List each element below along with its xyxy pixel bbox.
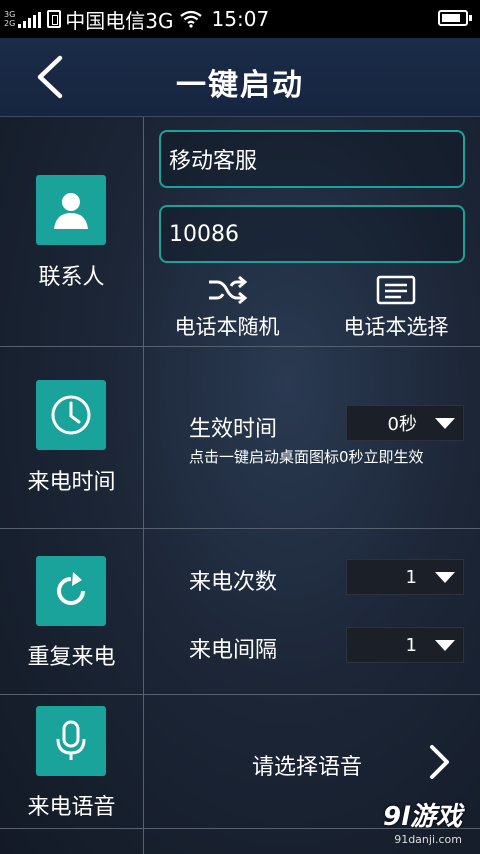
sim-icon [47,10,62,28]
select-voice-button[interactable]: 请选择语音 [252,749,362,781]
call-interval-value: 1 [405,634,417,656]
contact-label: 联系人 [38,265,105,290]
effective-time-dropdown[interactable]: 0秒 [346,405,464,441]
contact-name-input[interactable] [159,130,465,188]
bottom-divider [143,829,144,854]
microphone-icon [56,720,86,760]
page-title: 一键启动 [176,68,304,103]
effective-time-value: 0秒 [387,414,417,435]
call-time-tile [36,380,106,450]
watermark: 9l游戏 91danji.com [383,796,462,846]
clock-time: 15:07 [211,7,270,31]
clock-icon [51,395,91,435]
contact-section: 联系人 电话本随机 电话本选择 [0,117,480,347]
shuffle-icon [209,275,247,305]
network-type: 3G 2G [4,10,15,28]
person-icon [54,193,88,229]
watermark-url: 91danji.com [394,833,462,846]
repeat-call-tile [36,556,106,626]
call-interval-label: 来电间隔 [189,638,278,663]
watermark-logo: 9l游戏 [382,802,462,832]
call-count-dropdown[interactable]: 1 [346,559,464,595]
call-count-label: 来电次数 [189,570,278,595]
status-bar: 3G 2G 中国电信3G 15:07 [0,0,480,38]
carrier-label: 中国电信3G [65,8,174,33]
voice-left-column: 来电语音 [0,695,144,828]
call-time-left-column: 来电时间 [0,347,144,528]
call-interval-dropdown[interactable]: 1 [346,627,464,663]
repeat-call-section: 重复来电 [0,529,480,695]
wifi-icon [179,10,202,28]
network-3g-label: 3G [4,10,16,19]
list-icon [376,275,416,305]
contact-number-input[interactable] [159,205,465,263]
repeat-call-left-column: 重复来电 [0,529,144,694]
phonebook-select-button[interactable]: 电话本选择 [334,275,458,341]
voice-tile [36,706,106,776]
battery-icon [438,10,472,26]
repeat-call-label: 重复来电 [27,645,116,670]
title-bar: 一键启动 [0,38,480,117]
phonebook-random-label: 电话本随机 [174,315,280,339]
call-count-value: 1 [405,566,417,588]
phonebook-random-button[interactable]: 电话本随机 [166,275,288,341]
chevron-right-icon[interactable] [428,744,452,780]
chevron-down-icon [435,571,455,583]
call-time-label: 来电时间 [27,470,116,495]
contact-left-column: 联系人 [0,117,144,346]
contact-tile [36,175,106,245]
effective-time-hint: 点击一键启动桌面图标0秒立即生效 [189,448,424,466]
phonebook-select-label: 电话本选择 [343,315,449,339]
refresh-icon [57,572,85,605]
signal-icon [18,10,42,28]
effective-time-label: 生效时间 [189,417,278,442]
chevron-down-icon [435,639,455,651]
voice-label: 来电语音 [27,795,116,820]
chevron-down-icon [435,417,455,429]
network-2g-label: 2G [4,19,16,28]
